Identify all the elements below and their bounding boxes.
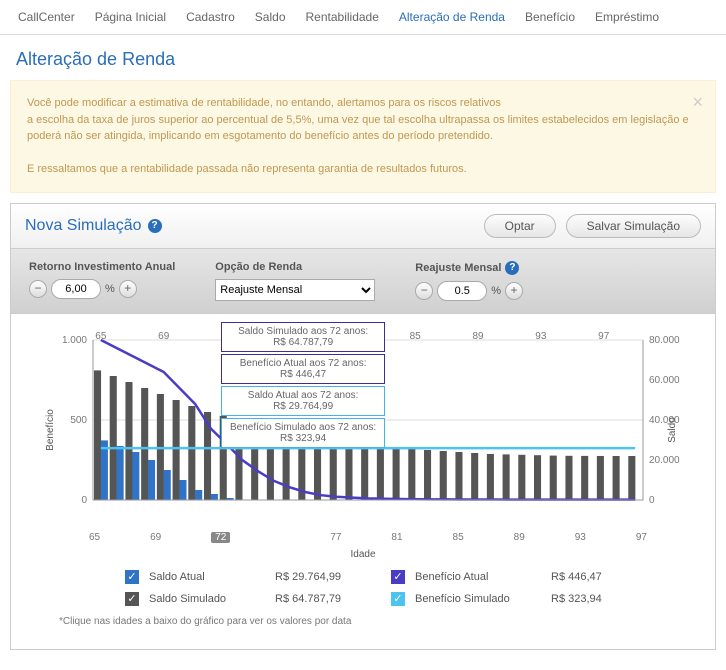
age-tick[interactable]: 69 bbox=[150, 532, 161, 543]
salvar-button[interactable]: Salvar Simulação bbox=[566, 214, 701, 238]
y-left-title: Benefício bbox=[45, 408, 56, 450]
controls-bar: Retorno Investimento Anual − % + Opção d… bbox=[11, 248, 715, 314]
top-tabs: CallCenterPágina InicialCadastroSaldoRen… bbox=[0, 0, 726, 35]
tooltip-stack: Saldo Simulado aos 72 anos:R$ 64.787,79 … bbox=[221, 322, 385, 448]
pct-label: % bbox=[105, 283, 115, 295]
legend-label: Benefício Simulado bbox=[415, 593, 545, 605]
legend-label: Saldo Simulado bbox=[149, 593, 269, 605]
age-tick[interactable]: 65 bbox=[89, 532, 100, 543]
page-title: Alteração de Renda bbox=[0, 35, 726, 80]
svg-text:20.000: 20.000 bbox=[649, 455, 680, 466]
help-icon[interactable]: ? bbox=[505, 261, 519, 275]
age-tick[interactable]: 85 bbox=[453, 532, 464, 543]
opcao-label: Opção de Renda bbox=[215, 261, 375, 273]
reajuste-label: Reajuste Mensal ? bbox=[415, 261, 523, 275]
plus-icon[interactable]: + bbox=[119, 280, 137, 298]
age-tick[interactable]: 97 bbox=[636, 532, 647, 543]
svg-text:1.000: 1.000 bbox=[62, 335, 87, 346]
svg-text:0: 0 bbox=[649, 495, 655, 506]
legend: ✓ Saldo Atual R$ 29.764,99 ✓ Benefício A… bbox=[35, 570, 691, 616]
age-tick[interactable]: 72 bbox=[211, 532, 230, 543]
tab-callcenter[interactable]: CallCenter bbox=[8, 4, 85, 30]
tooltip-beneficio-atual: Benefício Atual aos 72 anos:R$ 446,47 bbox=[221, 354, 385, 384]
svg-text:60.000: 60.000 bbox=[649, 375, 680, 386]
legend-value: R$ 29.764,99 bbox=[275, 571, 385, 583]
retorno-input[interactable] bbox=[51, 279, 101, 299]
age-tick[interactable]: 89 bbox=[514, 532, 525, 543]
age-ticks-bottom: 65 69 72 77 81 85 89 93 97 bbox=[35, 532, 691, 543]
reajuste-input[interactable] bbox=[437, 281, 487, 301]
age-tick[interactable]: 81 bbox=[391, 532, 402, 543]
legend-value: R$ 64.787,79 bbox=[275, 593, 385, 605]
reajuste-control: Reajuste Mensal ? − % + bbox=[415, 261, 523, 301]
svg-text:85: 85 bbox=[410, 331, 422, 342]
age-tick[interactable]: 77 bbox=[330, 532, 341, 543]
opcao-select[interactable]: Reajuste Mensal bbox=[215, 279, 375, 301]
plus-icon[interactable]: + bbox=[505, 282, 523, 300]
x-axis-title: Idade bbox=[35, 549, 691, 560]
retorno-label: Retorno Investimento Anual bbox=[29, 261, 175, 273]
warning-alert: × Você pode modificar a estimativa de re… bbox=[10, 80, 716, 193]
legend-swatch-saldo-simulado: ✓ bbox=[125, 592, 139, 606]
retorno-control: Retorno Investimento Anual − % + bbox=[29, 261, 175, 301]
legend-label: Saldo Atual bbox=[149, 571, 269, 583]
panel-header: Nova Simulação ? Optar Salvar Simulação bbox=[11, 204, 715, 248]
tab-página-inicial[interactable]: Página Inicial bbox=[85, 4, 176, 30]
simulation-panel: Nova Simulação ? Optar Salvar Simulação … bbox=[10, 203, 716, 650]
tab-empréstimo[interactable]: Empréstimo bbox=[585, 4, 669, 30]
chart-area: 05001.000020.00040.00060.00080.000656973… bbox=[11, 314, 715, 649]
optar-button[interactable]: Optar bbox=[484, 214, 556, 238]
legend-swatch-beneficio-atual: ✓ bbox=[391, 570, 405, 584]
svg-text:93: 93 bbox=[535, 331, 547, 342]
footnote: *Clique nas idades a baixo do gráfico pa… bbox=[35, 616, 691, 641]
alert-line: E ressaltamos que a rentabilidade passad… bbox=[27, 161, 699, 178]
help-icon[interactable]: ? bbox=[148, 219, 162, 233]
svg-text:0: 0 bbox=[81, 495, 87, 506]
legend-value: R$ 446,47 bbox=[551, 571, 641, 583]
svg-text:69: 69 bbox=[158, 331, 170, 342]
tooltip-saldo-atual: Saldo Atual aos 72 anos:R$ 29.764,99 bbox=[221, 386, 385, 416]
y-right-title: Saldo bbox=[667, 416, 678, 442]
pct-label: % bbox=[491, 285, 501, 297]
svg-text:500: 500 bbox=[70, 415, 87, 426]
tab-cadastro[interactable]: Cadastro bbox=[176, 4, 245, 30]
alert-line: Você pode modificar a estimativa de rent… bbox=[27, 95, 699, 112]
minus-icon[interactable]: − bbox=[29, 280, 47, 298]
legend-swatch-saldo-atual: ✓ bbox=[125, 570, 139, 584]
legend-swatch-beneficio-simulado: ✓ bbox=[391, 592, 405, 606]
opcao-control: Opção de Renda Reajuste Mensal bbox=[215, 261, 375, 301]
tab-saldo[interactable]: Saldo bbox=[245, 4, 296, 30]
tooltip-beneficio-simulado: Benefício Simulado aos 72 anos:R$ 323,94 bbox=[221, 418, 385, 448]
svg-text:89: 89 bbox=[472, 331, 484, 342]
close-icon[interactable]: × bbox=[692, 89, 703, 116]
panel-buttons: Optar Salvar Simulação bbox=[484, 214, 701, 238]
minus-icon[interactable]: − bbox=[415, 282, 433, 300]
alert-line: a escolha da taxa de juros superior ao p… bbox=[27, 112, 699, 145]
panel-title: Nova Simulação ? bbox=[25, 217, 162, 235]
tab-benefício[interactable]: Benefício bbox=[515, 4, 585, 30]
tab-rentabilidade[interactable]: Rentabilidade bbox=[296, 4, 389, 30]
svg-text:97: 97 bbox=[598, 331, 610, 342]
retorno-stepper: − % + bbox=[29, 279, 175, 299]
legend-value: R$ 323,94 bbox=[551, 593, 641, 605]
age-tick[interactable]: 93 bbox=[575, 532, 586, 543]
tooltip-saldo-simulado: Saldo Simulado aos 72 anos:R$ 64.787,79 bbox=[221, 322, 385, 352]
tab-alteração-de-renda[interactable]: Alteração de Renda bbox=[389, 4, 515, 30]
reajuste-stepper: − % + bbox=[415, 281, 523, 301]
svg-text:80.000: 80.000 bbox=[649, 335, 680, 346]
legend-label: Benefício Atual bbox=[415, 571, 545, 583]
